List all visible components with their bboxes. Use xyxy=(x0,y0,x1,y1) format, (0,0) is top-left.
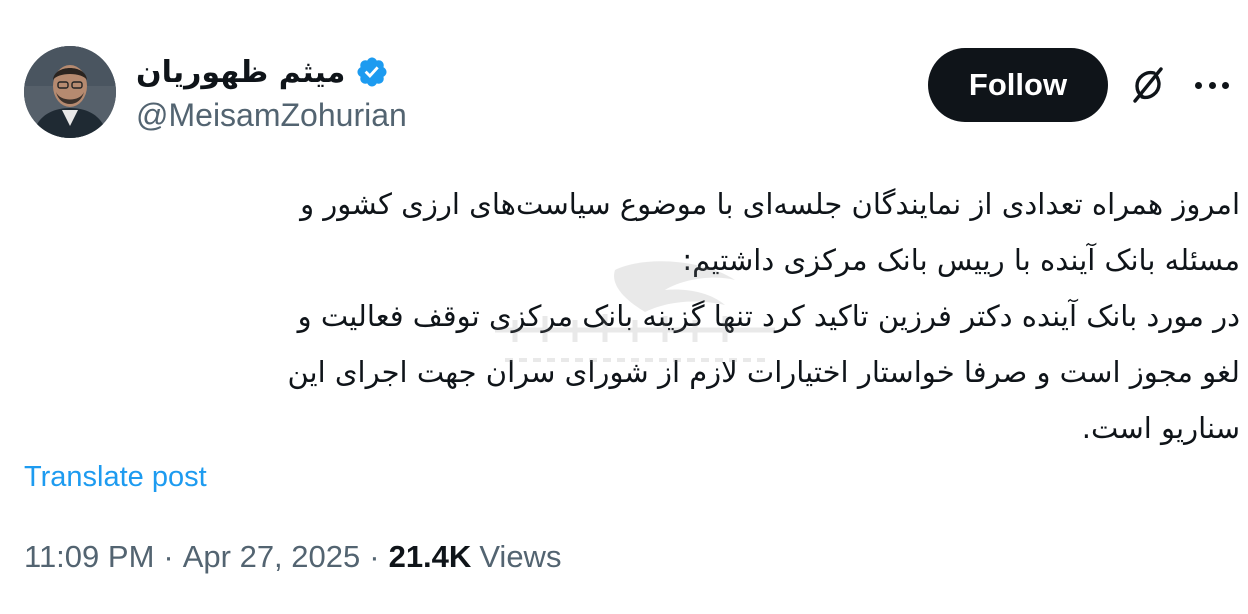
post-date[interactable]: Apr 27, 2025 xyxy=(183,539,361,575)
meta-separator: · xyxy=(163,539,174,574)
meta-separator: · xyxy=(369,539,380,574)
translate-post-link[interactable]: Translate post xyxy=(24,461,207,494)
more-options-icon[interactable] xyxy=(1192,68,1232,102)
author-display-name[interactable]: میثم ظهوریان xyxy=(136,55,345,90)
more-dot xyxy=(1208,81,1216,89)
grok-icon[interactable] xyxy=(1127,64,1169,106)
post-text-line: امروز همراه تعدادی از نمایندگان جلسه‌ای … xyxy=(300,187,1240,221)
post-text-line: لغو مجوز است و صرفا خواستار اختیارات لاز… xyxy=(287,355,1240,389)
post-text-line: در مورد بانک آینده دکتر فرزین تاکید کرد … xyxy=(297,299,1240,333)
follow-button[interactable]: Follow xyxy=(928,48,1108,122)
tweet-card: میثم ظهوریان @MeisamZohurian Follow امرو… xyxy=(0,0,1248,614)
post-time[interactable]: 11:09 PM xyxy=(24,539,154,575)
avatar[interactable] xyxy=(24,46,116,138)
author-handle[interactable]: @MeisamZohurian xyxy=(136,97,407,134)
views-label: Views xyxy=(479,539,562,574)
verified-badge-icon[interactable] xyxy=(355,55,389,89)
avatar-photo xyxy=(24,46,116,138)
post-text: امروز همراه تعدادی از نمایندگان جلسه‌ای … xyxy=(24,176,1240,456)
author-name-row: میثم ظهوریان xyxy=(136,50,389,94)
post-meta: 11:09 PM · Apr 27, 2025 · 21.4K Views xyxy=(24,539,561,575)
more-dot xyxy=(1195,81,1202,89)
post-text-line: مسئله بانک آینده با رییس بانک مرکزی داشت… xyxy=(682,243,1240,277)
more-dot xyxy=(1222,81,1229,89)
views-count[interactable]: 21.4K xyxy=(389,539,472,575)
post-text-line: سناریو است. xyxy=(1081,411,1240,445)
